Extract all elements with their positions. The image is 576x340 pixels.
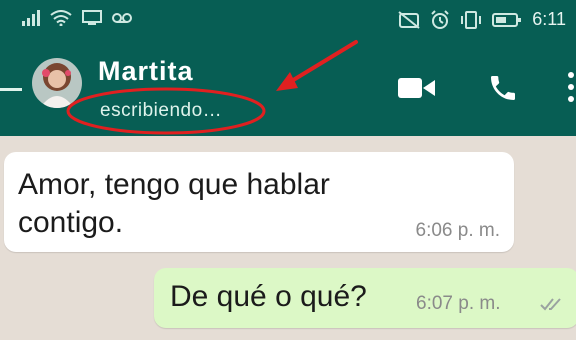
- message-time: 6:06 p. m.: [415, 220, 501, 241]
- vibrate-icon: [460, 10, 482, 29]
- mute-icon: [398, 10, 420, 29]
- contact-name[interactable]: Martita: [98, 56, 194, 87]
- more-icon[interactable]: [566, 70, 576, 109]
- double-check-icon: [540, 296, 568, 317]
- status-bar: 6:11: [0, 0, 576, 40]
- video-call-icon[interactable]: [398, 76, 436, 105]
- alarm-icon: [430, 9, 450, 30]
- wifi-icon: [50, 10, 72, 26]
- screen-icon: [82, 10, 102, 26]
- chat-header: Martita escribiendo…: [0, 40, 576, 136]
- message-time: 6:07 p. m.: [416, 293, 501, 314]
- status-time: 6:11: [532, 9, 566, 29]
- typing-status: escribiendo…: [100, 100, 223, 121]
- battery-icon: [492, 12, 522, 28]
- voicemail-icon: [112, 12, 132, 24]
- incoming-message-bubble[interactable]: Amor, tengo que hablar contigo. 6:06 p. …: [4, 152, 514, 252]
- avatar[interactable]: [32, 58, 82, 108]
- message-text: Amor, tengo que hablar contigo.: [18, 168, 330, 239]
- message-text: De qué o qué?: [170, 280, 367, 313]
- back-arrow-icon[interactable]: [0, 88, 22, 91]
- signal-icon: [22, 10, 40, 26]
- phone-icon[interactable]: [487, 72, 519, 109]
- outgoing-message-bubble[interactable]: De qué o qué? 6:07 p. m.: [154, 268, 576, 328]
